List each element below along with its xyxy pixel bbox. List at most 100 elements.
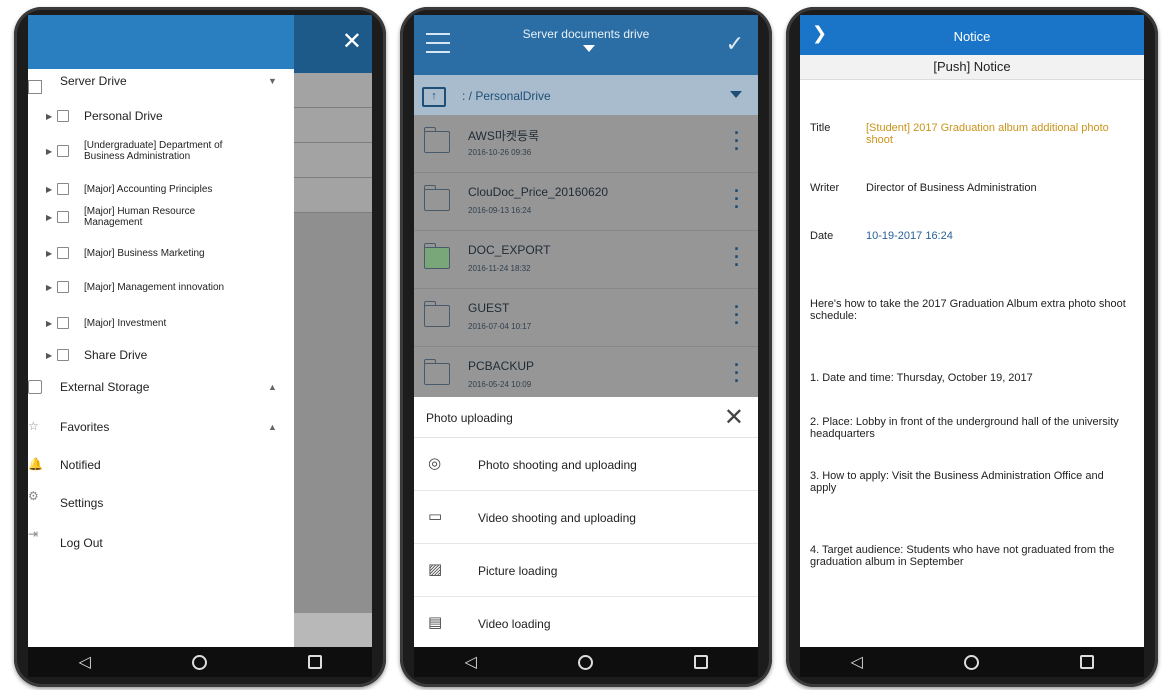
export-folder-icon <box>424 243 450 269</box>
notice-header: ❯ Notice <box>800 15 1144 55</box>
drawer-item-label: Favorites <box>60 420 110 434</box>
drawer-item-label: [Major] Business Marketing <box>84 247 205 259</box>
android-nav-bar: ◁ <box>800 647 1144 677</box>
screen-3: ❯ Notice [Push] Notice Title [Student] 2… <box>800 15 1144 647</box>
more-options-icon[interactable]: · · · <box>734 298 740 332</box>
file-row[interactable]: AWS마켓등록 2016-10-26 09:36 · · · <box>414 115 758 173</box>
sheet-title: Photo uploading <box>426 411 513 425</box>
option-video-loading[interactable]: ▤ Video loading <box>414 597 758 647</box>
more-options-icon[interactable]: · · · <box>734 124 740 158</box>
logout-icon: ⇥ <box>28 527 39 541</box>
drive-title[interactable]: Server documents drive <box>414 27 758 41</box>
title-label: Title <box>810 122 831 134</box>
recents-icon[interactable] <box>693 655 708 669</box>
file-name: GUEST <box>468 301 510 315</box>
option-picture-loading[interactable]: ▨ Picture loading <box>414 544 758 597</box>
expand-arrow-icon: ▶ <box>46 111 53 121</box>
option-label: Video loading <box>478 617 551 631</box>
file-name: DOC_EXPORT <box>468 243 551 257</box>
file-row[interactable]: DOC_EXPORT 2016-11-24 18:32 · · · <box>414 231 758 289</box>
notice-paragraph: 2. Place: Lobby in front of the undergro… <box>810 416 1119 440</box>
recents-icon[interactable] <box>307 655 322 669</box>
option-photo-shooting[interactable]: ◎ Photo shooting and uploading <box>414 438 758 491</box>
home-icon[interactable] <box>191 654 207 670</box>
expand-arrow-icon: ▶ <box>46 282 53 292</box>
drive-icon <box>57 145 69 157</box>
option-label: Picture loading <box>478 564 558 578</box>
drive-icon <box>57 281 69 293</box>
notice-paragraph: 1. Date and time: Thursday, October 19, … <box>810 372 1033 384</box>
date-label: Date <box>810 230 834 242</box>
check-icon[interactable]: ✓ <box>726 31 744 57</box>
date-value: 10-19-2017 16:24 <box>866 230 953 242</box>
close-icon[interactable]: ✕ <box>724 403 744 432</box>
more-options-icon[interactable]: · · · <box>734 240 740 274</box>
drawer-item-label: [Major] Management innovation <box>84 281 225 293</box>
option-video-shooting[interactable]: ▭ Video shooting and uploading <box>414 491 758 544</box>
phone-frame-2: Server documents drive ✓ ↑ : / PersonalD… <box>400 7 772 687</box>
android-nav-bar: ◁ <box>414 647 758 677</box>
more-options-icon[interactable]: · · · <box>734 182 740 216</box>
bell-icon: 🔔 <box>28 457 43 471</box>
folder-up-icon[interactable]: ↑ <box>422 87 446 107</box>
server-icon <box>28 80 42 94</box>
navigation-drawer: ✕ Server Drive ▼ ▶ Personal Drive ▶ [Und… <box>28 15 362 647</box>
more-options-icon[interactable]: · · · <box>734 356 740 390</box>
drawer-header: ✕ <box>28 15 362 69</box>
notice-subheader: [Push] Notice <box>800 55 1144 80</box>
screen-1: ✕ Server Drive ▼ ▶ Personal Drive ▶ [Und… <box>28 15 372 647</box>
file-name: PCBACKUP <box>468 359 535 373</box>
expand-arrow-icon: ▶ <box>46 248 53 258</box>
film-icon: ▤ <box>428 614 443 631</box>
path-dropdown-icon[interactable] <box>730 91 742 98</box>
home-icon[interactable] <box>577 654 593 670</box>
file-name: AWS마켓등록 <box>468 129 540 143</box>
notice-paragraph: 3. How to apply: Visit the Business Admi… <box>810 470 1104 494</box>
drawer-item-label: External Storage <box>60 380 150 394</box>
back-icon[interactable]: ◁ <box>464 652 476 672</box>
close-icon[interactable]: ✕ <box>342 27 362 56</box>
camera-icon: ◎ <box>428 455 442 472</box>
title-value: [Student] 2017 Graduation album addition… <box>866 122 1109 146</box>
home-icon[interactable] <box>963 654 979 670</box>
page-title: Notice <box>953 29 991 44</box>
file-date: 2016-10-26 09:36 <box>468 148 532 157</box>
file-date: 2016-11-24 18:32 <box>468 264 531 273</box>
drawer-item-label: Personal Drive <box>84 109 163 123</box>
storage-icon <box>28 380 42 394</box>
writer-value: Director of Business Administration <box>866 182 1037 194</box>
drawer-item-label: Notified <box>60 458 101 472</box>
phone-frame-1: ✕ Server Drive ▼ ▶ Personal Drive ▶ [Und… <box>14 7 386 687</box>
notice-paragraph: 4. Target audience: Students who have no… <box>810 544 1115 568</box>
file-row[interactable]: ClouDoc_Price_20160620 2016-09-13 16:24 … <box>414 173 758 231</box>
drawer-item-label: [Major] Human Resource Management <box>84 206 196 228</box>
drawer-item-label: [Undergraduate] Department of Business A… <box>84 140 223 162</box>
expand-arrow-icon: ▶ <box>46 318 53 328</box>
drawer-item-label: [Major] Investment <box>84 317 167 329</box>
back-icon[interactable]: ◁ <box>78 652 90 672</box>
chevron-up-icon: ▲ <box>268 422 277 432</box>
file-date: 2016-07-04 10:17 <box>468 322 532 331</box>
back-icon[interactable]: ◁ <box>850 652 862 672</box>
drive-icon <box>57 349 69 361</box>
star-icon: ☆ <box>28 419 39 433</box>
photo-upload-sheet: Photo uploading ✕ ◎ Photo shooting and u… <box>414 397 758 647</box>
recents-icon[interactable] <box>1079 655 1094 669</box>
drawer-item-label: Log Out <box>60 536 103 550</box>
file-name: ClouDoc_Price_20160620 <box>468 185 609 199</box>
android-nav-bar: ◁ <box>28 647 372 677</box>
drawer-item-label: Server Drive <box>60 74 127 88</box>
video-camera-icon: ▭ <box>428 508 443 525</box>
file-row[interactable]: GUEST 2016-07-04 10:17 · · · <box>414 289 758 347</box>
dropdown-icon[interactable] <box>583 45 595 52</box>
sheet-header: Photo uploading ✕ <box>414 397 758 438</box>
file-date: 2016-09-13 16:24 <box>468 206 532 215</box>
gear-icon: ⚙ <box>28 489 39 503</box>
phone-frame-3: ❯ Notice [Push] Notice Title [Student] 2… <box>786 7 1158 687</box>
expand-arrow-icon: ▶ <box>46 212 53 222</box>
guest-folder-icon <box>424 301 450 327</box>
screen-2: Server documents drive ✓ ↑ : / PersonalD… <box>414 15 758 647</box>
drive-icon <box>57 317 69 329</box>
path-text: : / PersonalDrive <box>462 89 551 103</box>
drive-icon <box>57 211 69 223</box>
